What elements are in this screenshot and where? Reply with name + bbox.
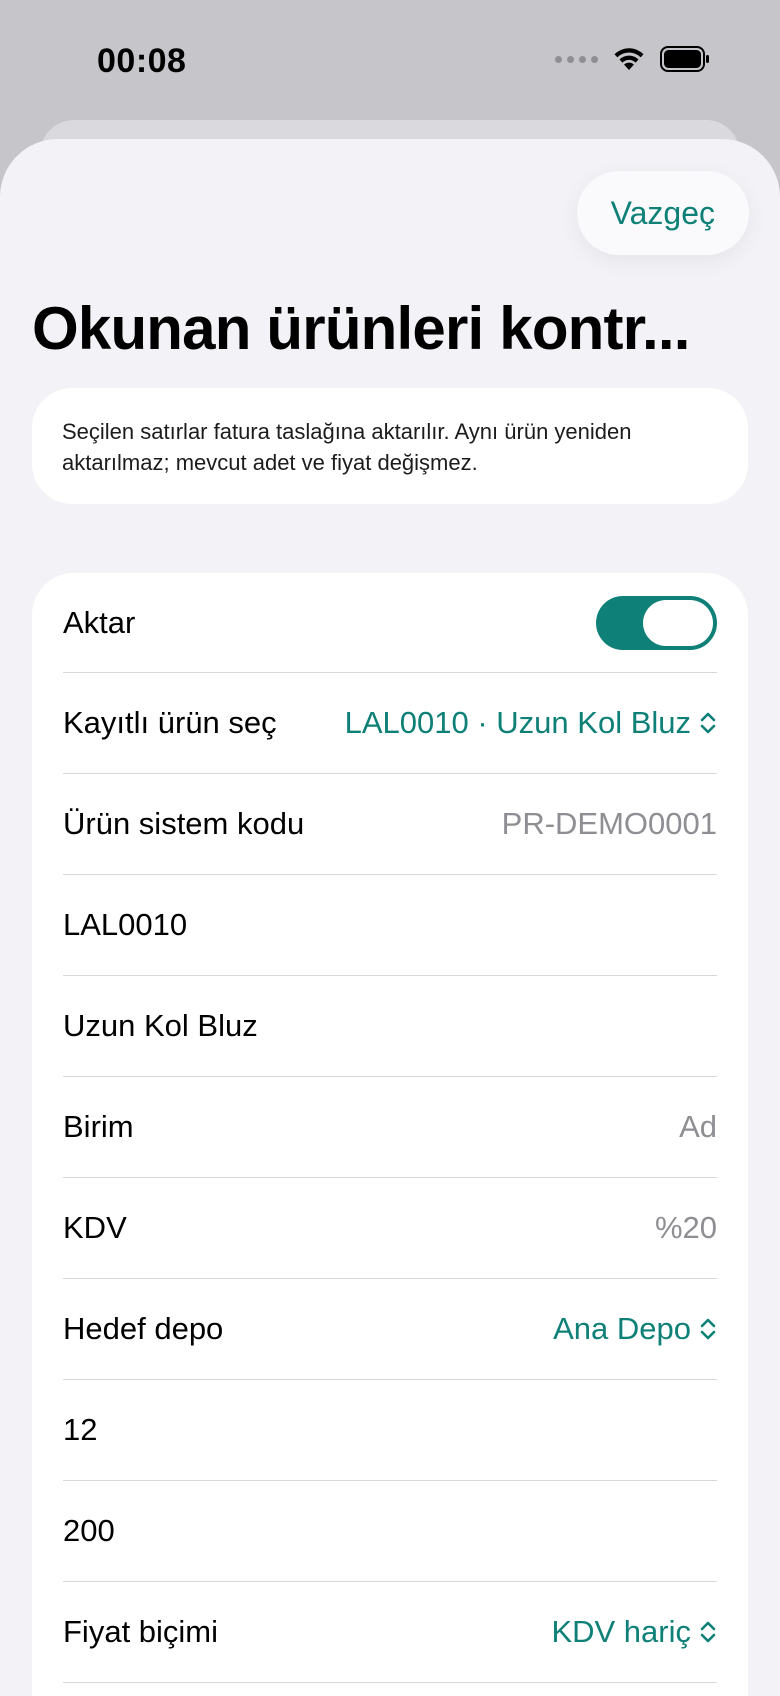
system-code-label: Ürün sistem kodu xyxy=(63,806,305,841)
product-code-field[interactable]: LAL0010 xyxy=(63,875,717,976)
vat-value: %20 xyxy=(654,1210,717,1245)
price-value[interactable]: 200 xyxy=(63,1513,115,1549)
registered-product-row[interactable]: Kayıtlı ürün seç LAL0010 · Uzun Kol Bluz xyxy=(63,673,717,774)
info-text: Seçilen satırlar fatura taslağına aktarı… xyxy=(62,419,632,475)
product-name-field[interactable]: Uzun Kol Bluz xyxy=(63,976,717,1077)
wifi-icon xyxy=(614,48,644,70)
target-warehouse-picker[interactable]: Ana Depo xyxy=(553,1311,717,1347)
price-format-value: KDV hariç xyxy=(551,1614,691,1649)
registered-product-value: LAL0010 · Uzun Kol Bluz xyxy=(344,705,691,740)
transfer-toggle[interactable] xyxy=(596,595,717,650)
chevron-up-down-icon xyxy=(700,712,716,734)
price-format-row[interactable]: Fiyat biçimi KDV hariç xyxy=(63,1582,717,1683)
status-time: 00:08 xyxy=(97,42,187,80)
battery-icon xyxy=(660,46,709,72)
system-code-row: Ürün sistem kodu PR-DEMO0001 xyxy=(63,774,717,875)
chevron-up-down-icon xyxy=(700,1621,716,1643)
info-card: Seçilen satırlar fatura taslağına aktarı… xyxy=(32,388,748,504)
modal-sheet: Vazgeç Okunan ürünleri kontr... Seçilen … xyxy=(0,139,780,1696)
registered-product-picker[interactable]: LAL0010 · Uzun Kol Bluz xyxy=(345,705,717,741)
quantity-field[interactable]: 12 xyxy=(63,1380,717,1481)
chevron-up-down-icon xyxy=(700,1318,716,1340)
quantity-value[interactable]: 12 xyxy=(63,1412,97,1448)
unit-label: Birim xyxy=(63,1109,134,1144)
transfer-label: Aktar xyxy=(63,604,136,640)
toggle-knob xyxy=(643,599,713,646)
system-code-value: PR-DEMO0001 xyxy=(501,806,717,841)
status-icons xyxy=(555,46,710,72)
target-warehouse-label: Hedef depo xyxy=(63,1311,224,1346)
product-code-value[interactable]: LAL0010 xyxy=(63,907,187,943)
cellular-signal-icon xyxy=(555,55,598,63)
price-format-label: Fiyat biçimi xyxy=(63,1614,219,1649)
vat-label: KDV xyxy=(63,1210,127,1245)
price-format-picker[interactable]: KDV hariç xyxy=(551,1614,717,1650)
target-warehouse-value: Ana Depo xyxy=(553,1311,691,1346)
registered-product-label: Kayıtlı ürün seç xyxy=(63,705,277,740)
page-title: Okunan ürünleri kontr... xyxy=(32,295,690,362)
product-name-value[interactable]: Uzun Kol Bluz xyxy=(63,1008,258,1044)
vat-row: KDV %20 xyxy=(63,1178,717,1279)
form-card: Aktar Kayıtlı ürün seç LAL0010 · Uzun Ko… xyxy=(32,573,748,1696)
status-bar: 00:08 xyxy=(0,0,780,120)
cancel-button[interactable]: Vazgeç xyxy=(576,171,749,255)
unit-row: Birim Ad xyxy=(63,1077,717,1178)
transfer-row: Aktar xyxy=(63,573,717,673)
price-field[interactable]: 200 xyxy=(63,1481,717,1582)
target-warehouse-row[interactable]: Hedef depo Ana Depo xyxy=(63,1279,717,1380)
unit-value: Ad xyxy=(679,1109,717,1144)
